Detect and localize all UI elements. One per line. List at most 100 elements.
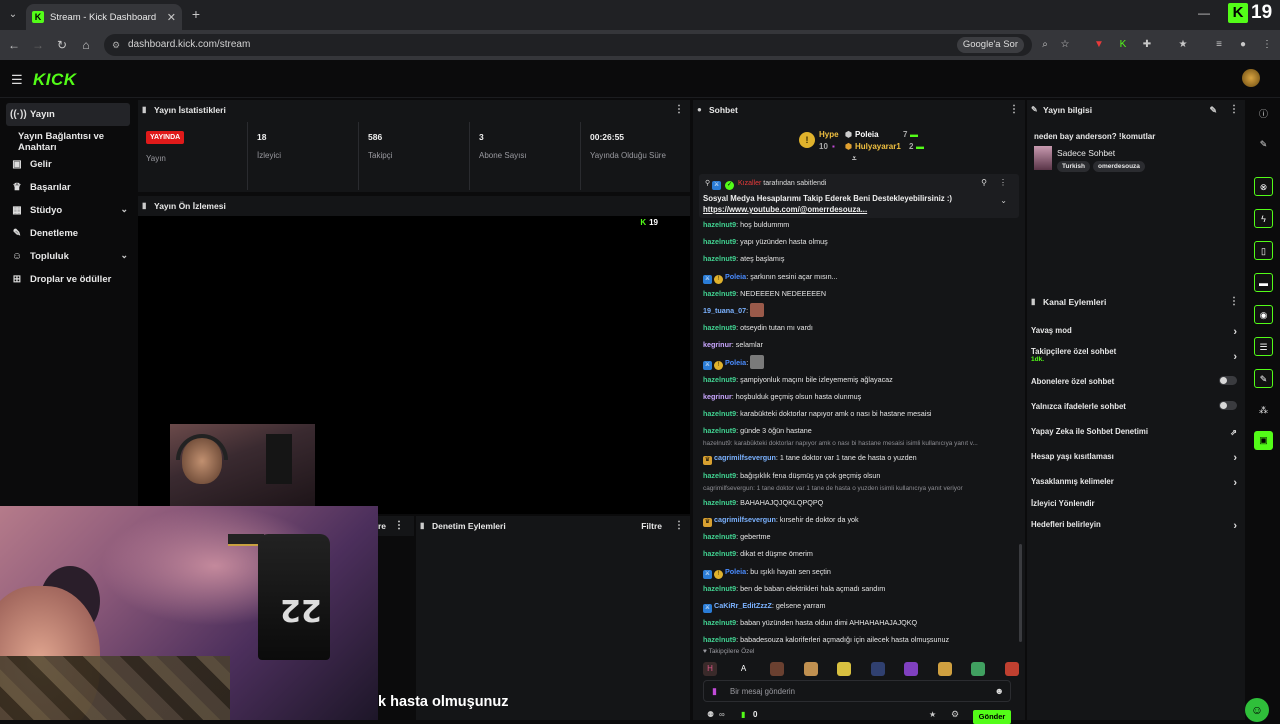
- kick-logo[interactable]: KICK: [33, 70, 77, 90]
- bookmarks-icon[interactable]: ★: [1176, 38, 1190, 52]
- more-options-icon[interactable]: ⋮: [674, 100, 684, 120]
- sidebar-item-community[interactable]: ☺ Topluluk ⌄: [0, 245, 136, 268]
- action-ai-moderation[interactable]: Yapay Zeka ile Sohbet Denetimi ⇗: [1031, 427, 1241, 437]
- hamburger-menu-icon[interactable]: ☰: [11, 72, 23, 88]
- sidebar-item-stream-key[interactable]: Yayın Bağlantısı ve Anahtarı: [0, 130, 136, 153]
- tab-close-icon[interactable]: ✕: [167, 11, 176, 24]
- emotes-only-toggle[interactable]: [1219, 401, 1237, 410]
- chat-username[interactable]: hazelnut9: [703, 426, 736, 435]
- profile-icon[interactable]: ●: [1236, 38, 1250, 52]
- user-avatar[interactable]: [1242, 69, 1260, 87]
- assistant-fab-icon[interactable]: ☺: [1245, 698, 1269, 722]
- chat-username[interactable]: cagrimilfsevergun: [714, 515, 776, 524]
- action-followers-only[interactable]: Takipçilere özel sohbet 1dk. ›: [1031, 347, 1241, 363]
- chat-message[interactable]: hazelnut9: günde 3 öğün hastane: [703, 422, 1019, 439]
- chat-message[interactable]: kegrinur: selamlar: [703, 336, 1019, 353]
- info-icon[interactable]: ⓘ: [1254, 105, 1273, 124]
- site-info-icon[interactable]: ⚙: [112, 34, 120, 56]
- chat-message[interactable]: ♛ cagrimilfsevergun: 1 tane doktor var 1 …: [703, 449, 1019, 466]
- emote-3[interactable]: [770, 662, 785, 676]
- action-set-goals[interactable]: Hedefleri belirleyin ›: [1031, 520, 1241, 532]
- chat-username[interactable]: hazelnut9: [703, 635, 736, 644]
- subscribers-only-toggle[interactable]: [1219, 376, 1237, 385]
- lightning-icon[interactable]: ϟ: [1254, 209, 1273, 228]
- minimize-icon[interactable]: —: [1198, 6, 1210, 20]
- chat-username[interactable]: 19_tuana_07: [703, 306, 746, 315]
- bookmark-star-icon[interactable]: ☆: [1058, 38, 1072, 52]
- sidebar-item-drops[interactable]: ⊞ Droplar ve ödüller: [0, 268, 136, 291]
- chat-message[interactable]: ⚔! Poleia: bu ışıklı hayatı sen seçtin: [703, 563, 1019, 580]
- action-account-age[interactable]: Hesap yaşı kısıtlaması ›: [1031, 452, 1241, 464]
- users-icon[interactable]: ⚉: [707, 710, 714, 719]
- chat-username[interactable]: kegrinur: [703, 340, 732, 349]
- chat-username[interactable]: hazelnut9: [703, 584, 736, 593]
- more-options-icon[interactable]: ⋮: [394, 516, 404, 536]
- chat-username[interactable]: hazelnut9: [703, 254, 736, 263]
- reload-icon[interactable]: ↻: [54, 37, 70, 53]
- chat-message[interactable]: hazelnut9: BAHAHAJQJQKLQPQPQ: [703, 494, 1019, 511]
- chat-message[interactable]: ♛ cagrimilfsevergun: kırsehir de doktor d…: [703, 511, 1019, 528]
- browser-tab[interactable]: K Stream - Kick Dashboard ✕: [26, 4, 182, 30]
- reading-list-icon[interactable]: ≡: [1212, 38, 1226, 52]
- chat-username[interactable]: hazelnut9: [703, 549, 736, 558]
- chat-message[interactable]: hazelnut9: ben de baban elektrikleri hal…: [703, 580, 1019, 597]
- url-field[interactable]: ⚙ dashboard.kick.com/stream Google'a Sor: [104, 34, 1032, 56]
- chevron-down-icon[interactable]: ⌄: [1000, 196, 1007, 205]
- extension-kick-icon[interactable]: K: [1116, 38, 1130, 52]
- emote-1[interactable]: H: [703, 662, 717, 676]
- filter-button[interactable]: Filtre: [641, 516, 662, 536]
- phone-icon[interactable]: ▯: [1254, 241, 1273, 260]
- chat-username[interactable]: hazelnut9: [703, 289, 736, 298]
- chat-message[interactable]: hazelnut9: babadesouza kaloriferleri açm…: [703, 631, 1019, 648]
- action-raid[interactable]: İzleyici Yönlendir: [1031, 499, 1241, 508]
- chat-username[interactable]: hazelnut9: [703, 409, 736, 418]
- chat-message[interactable]: hazelnut9: bağışıklık fena düşmüş ya çok…: [703, 467, 1019, 484]
- chat-message[interactable]: hazelnut9: gebertme: [703, 528, 1019, 545]
- emote-8[interactable]: [937, 662, 952, 676]
- emote-2[interactable]: A: [737, 662, 751, 676]
- add-widget-icon[interactable]: ▣: [1254, 431, 1273, 450]
- emote-6[interactable]: [870, 662, 885, 676]
- more-options-icon[interactable]: ⋮: [1009, 100, 1019, 120]
- more-options-icon[interactable]: ⋮: [1229, 292, 1239, 312]
- more-options-icon[interactable]: ⋮: [674, 516, 684, 536]
- chat-username[interactable]: hazelnut9: [703, 498, 736, 507]
- chat-message[interactable]: hazelnut9: dikat et düşme ömerim: [703, 545, 1019, 562]
- chat-username[interactable]: Poleia: [725, 358, 746, 367]
- hype-train[interactable]: ! Hype 10 ▪ ⬢ Poleia 7 ▬ ⬢ Hulyayarar1 2…: [799, 128, 939, 163]
- pinned-link[interactable]: https://www.youtube.com/@omerrdesouza...: [703, 205, 867, 214]
- chat-username[interactable]: CaKiRr_EditZzzZ: [714, 601, 772, 610]
- chat-message[interactable]: ⚔! Poleia:: [703, 354, 1019, 371]
- nodes-icon[interactable]: ⁂: [1254, 401, 1273, 420]
- settings-icon[interactable]: ⚙: [951, 709, 959, 720]
- chat-scrollbar[interactable]: [1019, 544, 1022, 642]
- chat-message[interactable]: 19_tuana_07:: [703, 302, 1019, 319]
- chat-username[interactable]: hazelnut9: [703, 237, 736, 246]
- chat-username[interactable]: hazelnut9: [703, 471, 736, 480]
- chat-bubble-icon[interactable]: ▬: [1254, 273, 1273, 292]
- more-options-icon[interactable]: ⋮: [999, 178, 1007, 187]
- chat-username[interactable]: hazelnut9: [703, 220, 736, 229]
- zoom-icon[interactable]: ⌕: [1038, 38, 1052, 52]
- action-banned-words[interactable]: Yasaklanmış kelimeler ›: [1031, 477, 1241, 489]
- broadcast-icon[interactable]: ◉: [1254, 305, 1273, 324]
- chat-message[interactable]: ⚔! Poleia: şarkının sesini açar mısın...: [703, 268, 1019, 285]
- chat-username[interactable]: hazelnut9: [703, 323, 736, 332]
- chat-message[interactable]: hazelnut9: NEDEEEEN NEDEEEEEN: [703, 285, 1019, 302]
- chat-message[interactable]: ⚔ CaKiRr_EditZzzZ: gelsene yarram: [703, 597, 1019, 614]
- chat-message[interactable]: hazelnut9: karabükteki doktorlar napıyor…: [703, 405, 1019, 422]
- chat-username[interactable]: hazelnut9: [703, 532, 736, 541]
- list-icon[interactable]: ☰: [1254, 337, 1273, 356]
- collapse-icon[interactable]: ⩡: [852, 154, 857, 164]
- browser-menu-icon[interactable]: ⋮: [1260, 38, 1274, 52]
- home-icon[interactable]: ⌂: [78, 37, 94, 53]
- star-icon[interactable]: ★: [929, 710, 936, 719]
- back-icon[interactable]: ←: [6, 37, 22, 53]
- emote-10[interactable]: [1004, 662, 1019, 676]
- sidebar-item-achievements[interactable]: ♛ Başarılar: [0, 176, 136, 199]
- pin-icon[interactable]: ⚲: [981, 178, 987, 187]
- edit-icon[interactable]: ✎: [1254, 135, 1273, 154]
- pencil-icon[interactable]: ✎: [1209, 100, 1217, 120]
- emoji-icon[interactable]: ☻: [995, 686, 1004, 696]
- chat-message[interactable]: hazelnut9: ateş başlamış: [703, 250, 1019, 267]
